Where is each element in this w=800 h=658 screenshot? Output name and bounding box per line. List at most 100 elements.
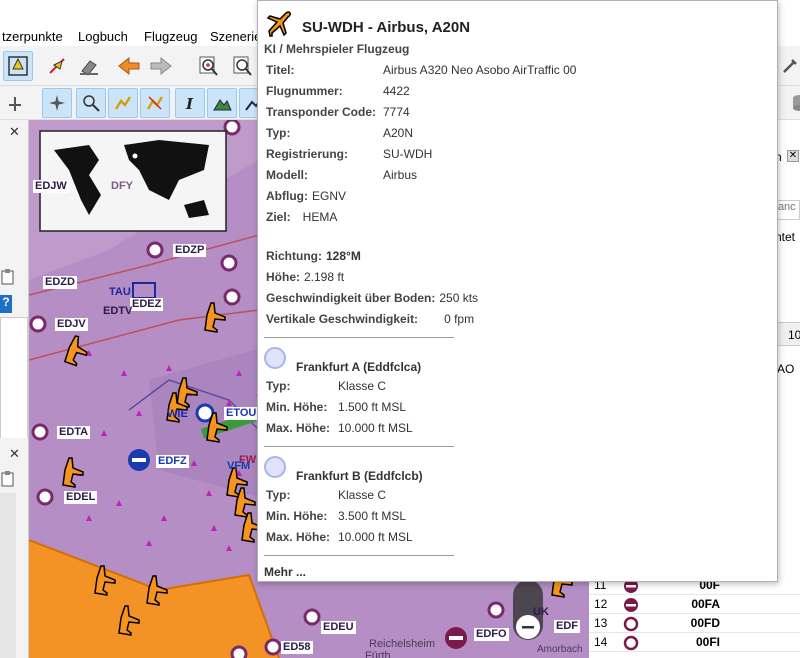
airspace-icon — [264, 347, 286, 369]
field-destination: Ziel: HEMA — [266, 210, 338, 224]
clear-button[interactable] — [74, 51, 104, 81]
airport-label: EDJV — [55, 318, 88, 331]
route-edit-button[interactable] — [140, 88, 170, 118]
separator — [264, 337, 454, 338]
back-button[interactable] — [114, 51, 144, 81]
airspace-type: Typ: Klasse C — [266, 488, 387, 502]
airport-label: EDEL — [64, 491, 98, 504]
airport-label: EDZD — [43, 276, 77, 289]
route-button[interactable] — [108, 88, 138, 118]
wrench-icon — [783, 59, 797, 73]
table-row[interactable]: 14 00FI — [589, 633, 800, 652]
aircraft-trail-button[interactable] — [42, 51, 72, 81]
pin-icon — [9, 97, 21, 111]
field-altitude: Höhe: 2.198 ft — [266, 270, 345, 284]
airspace-icon — [264, 456, 286, 478]
text-fragment: ntet — [775, 230, 796, 244]
field-heading: Richtung: 128°M — [266, 249, 361, 263]
airport-label: UK — [533, 606, 549, 618]
vor-label: TAU — [109, 286, 131, 298]
field-type: Typ: A20N — [266, 126, 414, 140]
map-overlay-button[interactable] — [42, 88, 72, 118]
menu-aircraft[interactable]: Flugzeug — [144, 29, 197, 44]
compass-icon — [49, 95, 65, 111]
place-name: Reichelsheim — [369, 638, 436, 650]
field-vertical-speed: Vertikale Geschwindigkeit: 0 fpm — [266, 312, 475, 326]
separator — [264, 555, 454, 556]
zoom-out-icon — [233, 56, 252, 76]
airspace-type: Typ: Klasse C — [266, 379, 387, 393]
airport-label: EDZP — [173, 244, 207, 257]
field-flight-number: Flugnummer: 4422 — [266, 84, 410, 98]
field-model: Modell: Airbus — [266, 168, 418, 182]
eraser-icon — [80, 60, 98, 76]
airport-label: ETOU — [224, 407, 259, 420]
menu-logbook[interactable]: Logbuch — [78, 29, 128, 44]
italic-info-icon: I — [185, 95, 194, 113]
airspace-name: Frankfurt A (Eddfclca) — [296, 360, 422, 374]
place-name: Fürth — [365, 650, 391, 658]
field-title: Titel: Airbus A320 Neo Asobo AirTraffic 0… — [266, 63, 577, 77]
airport-label: FW — [239, 454, 257, 466]
clipboard-icon[interactable] — [0, 268, 16, 286]
route-edit-icon — [146, 96, 164, 110]
field-ground-speed: Geschwindigkeit über Boden: 250 kts — [266, 291, 479, 305]
airport-label: DFY — [111, 180, 133, 192]
database-button[interactable] — [785, 88, 800, 118]
airspace-max-altitude: Max. Höhe: 10.000 ft MSL — [266, 421, 413, 435]
airport-icon — [623, 616, 639, 632]
arrow-right-icon — [150, 56, 172, 76]
arrow-left-icon — [118, 56, 140, 76]
mountain-icon — [213, 99, 232, 111]
airport-label: WIE — [167, 408, 188, 420]
svg-text:I: I — [185, 95, 194, 113]
airspace-min-altitude: Min. Höhe: 3.500 ft MSL — [266, 509, 407, 523]
airport-label: EDEU — [321, 621, 356, 634]
airport-label: EDEZ — [130, 298, 164, 311]
tools-button[interactable] — [775, 51, 800, 81]
map-zoom-button[interactable] — [76, 88, 106, 118]
aircraft-trail-icon — [49, 58, 65, 74]
close-icon[interactable]: ✕ — [9, 124, 20, 140]
zoom-in-button[interactable] — [193, 51, 223, 81]
terrain-button[interactable] — [207, 88, 237, 118]
airspace-max-altitude: Max. Höhe: 10.000 ft MSL — [266, 530, 413, 544]
airport-label: EDF — [554, 620, 580, 633]
place-name: Amorbach — [537, 644, 583, 655]
airport-closed-icon — [624, 598, 638, 612]
text-fragment: AO — [777, 362, 795, 376]
database-icon — [793, 95, 800, 111]
aircraft-center-button[interactable] — [3, 51, 33, 81]
airport-label: EDFO — [474, 628, 509, 641]
forward-button[interactable] — [146, 51, 176, 81]
help-icon[interactable]: ? — [0, 295, 12, 313]
zoom-in-icon — [199, 56, 218, 76]
airspace-name: Frankfurt B (Eddfclcb) — [296, 469, 423, 483]
scrollbar[interactable] — [0, 493, 16, 658]
overview-position-marker — [132, 153, 138, 159]
zoom-out-button[interactable] — [227, 51, 257, 81]
airport-icon — [623, 635, 639, 651]
field-registration: Registrierung: SU-WDH — [266, 147, 433, 161]
airport-table: 11 00F 12 00FA 13 00FD 14 00FI — [589, 576, 800, 658]
pin-button[interactable] — [0, 88, 30, 118]
separator — [264, 446, 454, 447]
clipboard-icon[interactable] — [0, 470, 16, 488]
airport-label: EDTA — [57, 426, 91, 439]
tooltip-title: SU-WDH - Airbus, A20N — [302, 19, 471, 36]
table-row[interactable]: 12 00FA — [589, 595, 800, 614]
airport-label: ED58 — [281, 641, 313, 654]
close-icon[interactable]: ✕ — [787, 150, 799, 162]
table-row[interactable]: 13 00FD — [589, 614, 800, 633]
airspace-min-altitude: Min. Höhe: 1.500 ft MSL — [266, 400, 407, 414]
more-link[interactable]: Mehr ... — [264, 565, 306, 579]
info-button[interactable]: I — [175, 88, 205, 118]
airport-label: EDTV — [103, 305, 133, 317]
menu-userpoints[interactable]: tzerpunkte — [2, 29, 63, 44]
close-icon[interactable]: ✕ — [9, 446, 20, 462]
route-icon — [114, 96, 132, 110]
magnifier-icon — [83, 95, 100, 112]
field-transponder: Transponder Code: 7774 — [266, 105, 410, 119]
airport-label: EDJW — [33, 180, 69, 193]
menu-scenery[interactable]: Szenerie — [210, 29, 261, 44]
